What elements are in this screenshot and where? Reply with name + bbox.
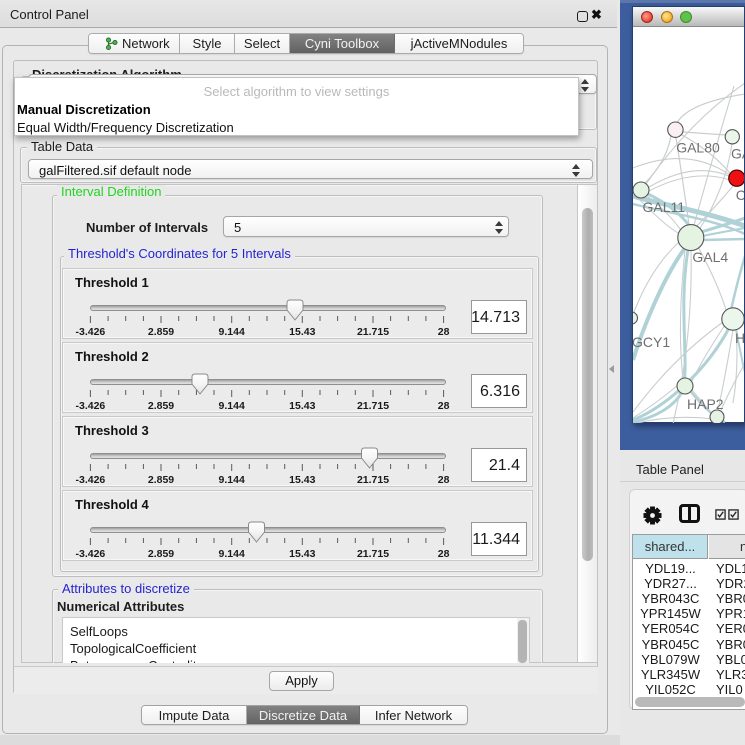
svg-text:GA: GA: [731, 146, 744, 162]
svg-text:H: H: [735, 330, 744, 346]
svg-text:GAL80: GAL80: [676, 140, 720, 156]
svg-text:C: C: [736, 187, 744, 203]
svg-text:GCY1: GCY1: [633, 334, 670, 350]
svg-text:GAL4: GAL4: [692, 249, 728, 265]
svg-text:HAP2: HAP2: [687, 396, 724, 412]
svg-text:GAL11: GAL11: [643, 199, 686, 215]
